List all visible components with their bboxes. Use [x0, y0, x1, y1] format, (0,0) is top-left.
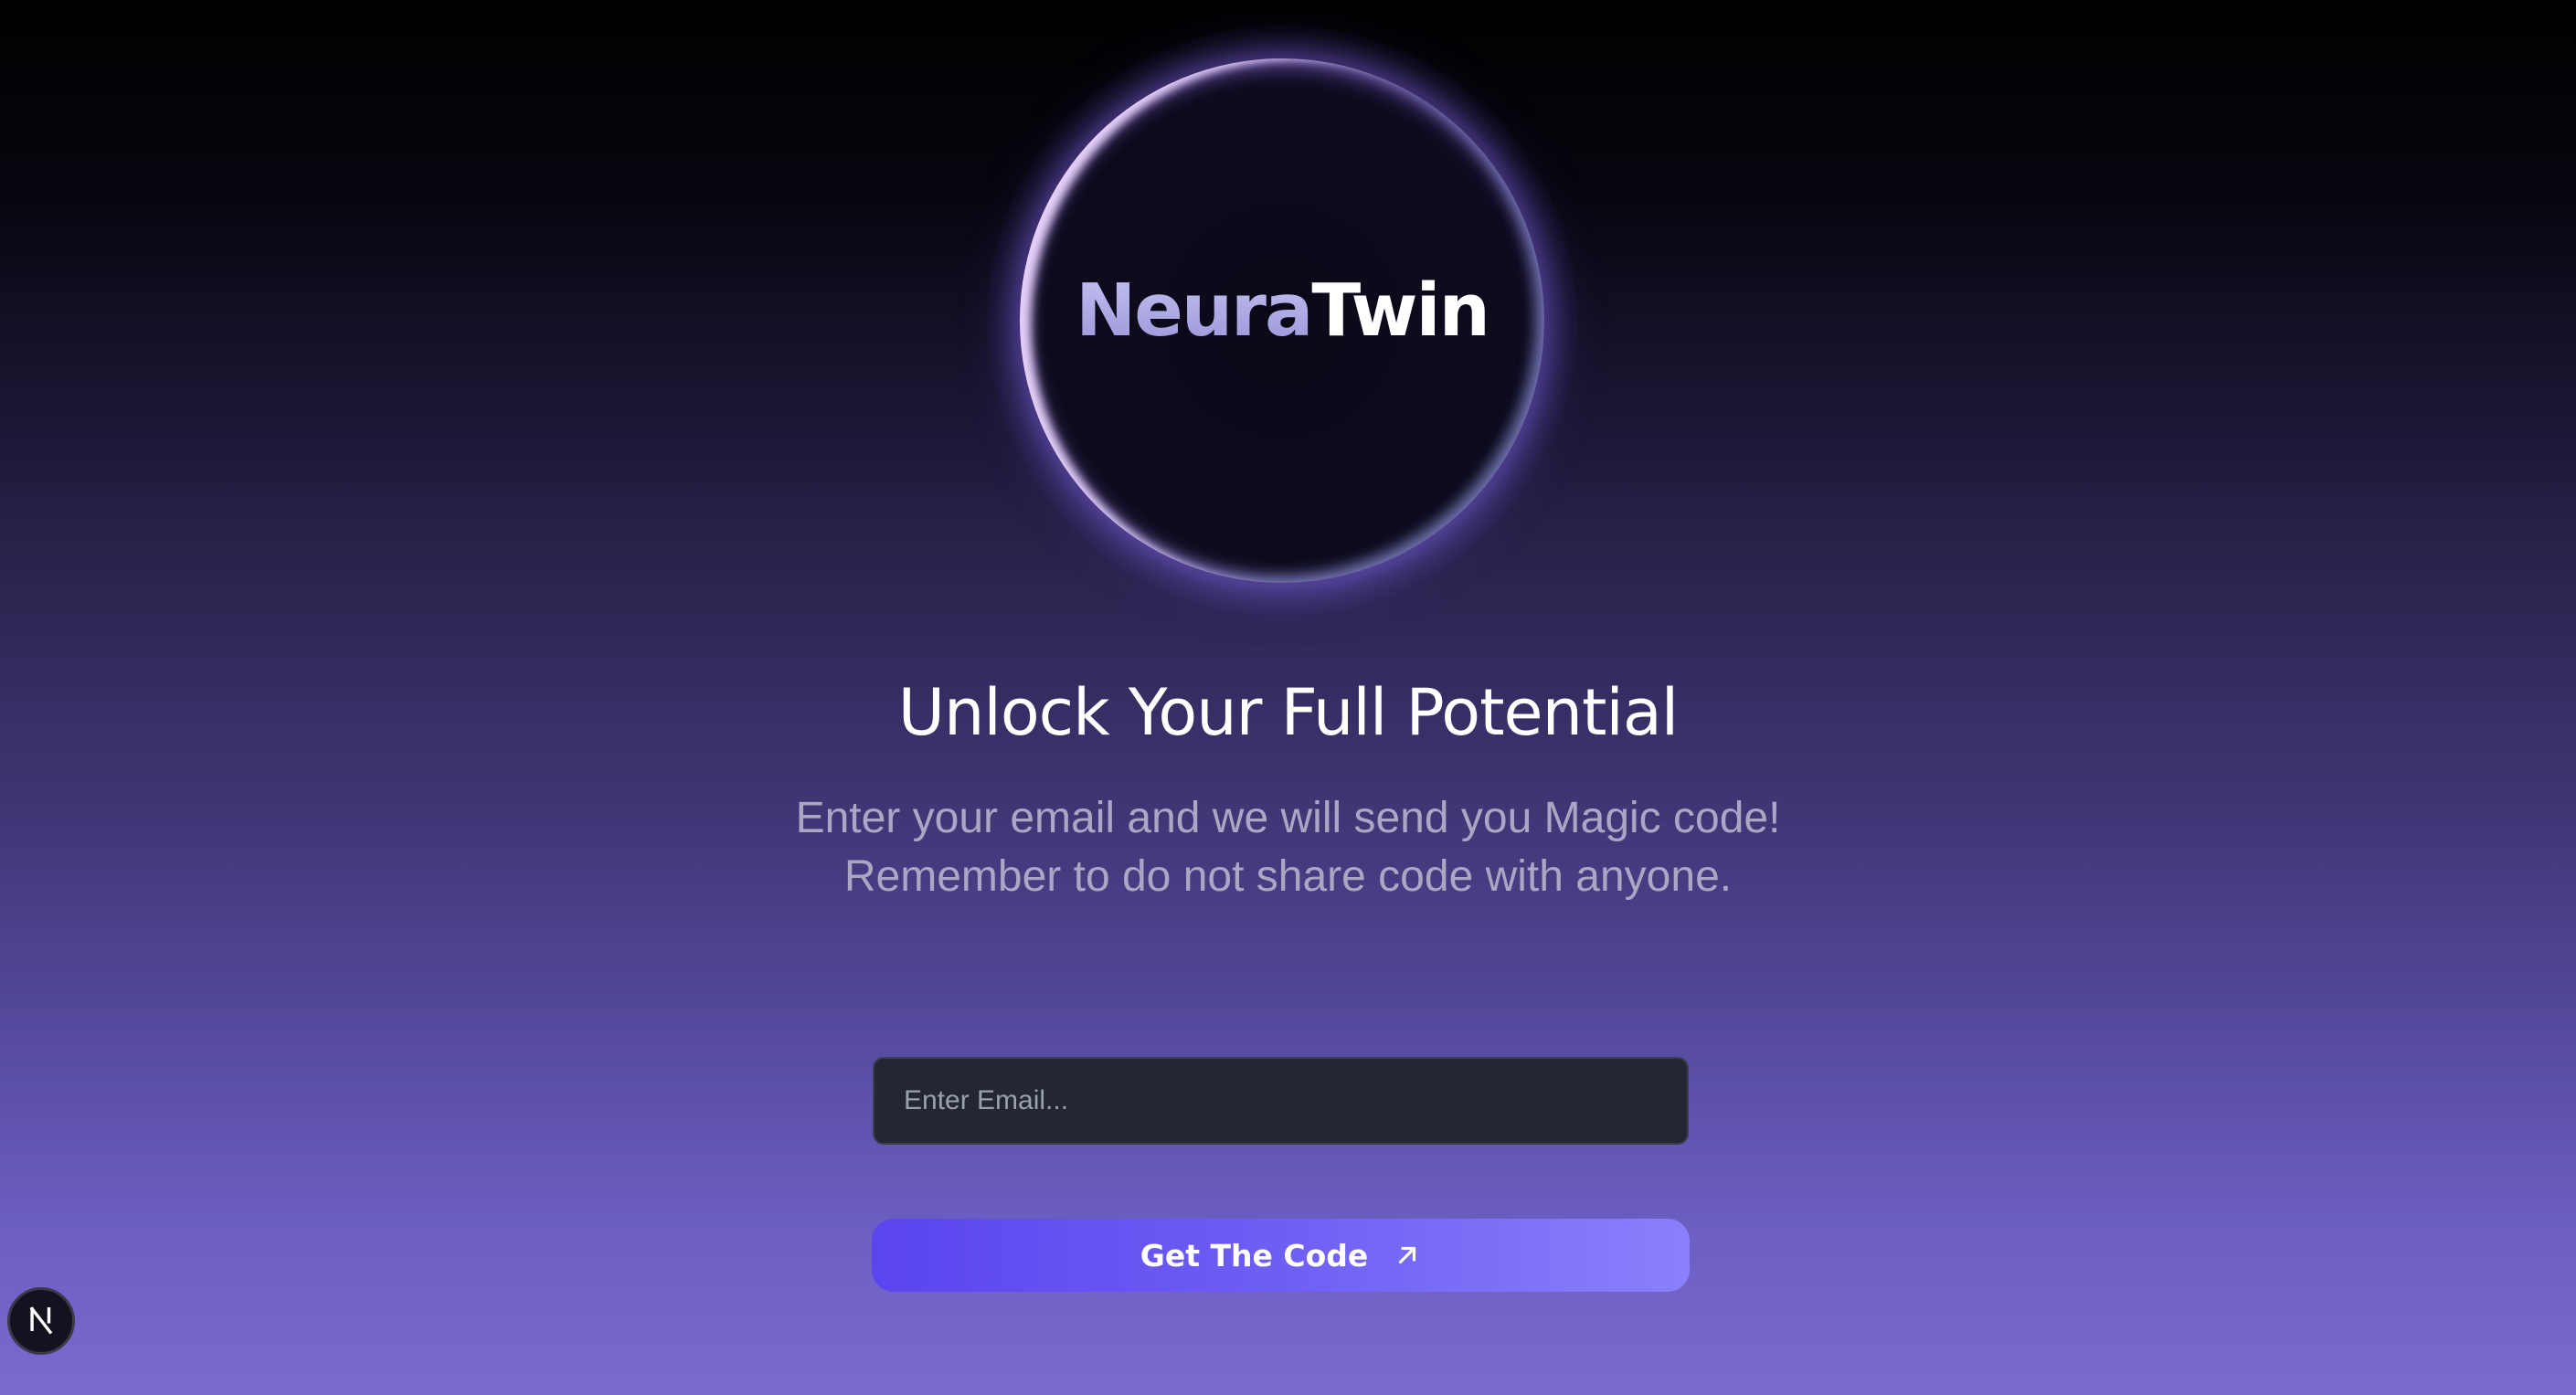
arrow-up-right-icon — [1394, 1242, 1421, 1269]
n-logo-badge[interactable] — [7, 1287, 75, 1355]
get-code-button-label: Get The Code — [1140, 1237, 1369, 1273]
page-subtitle: Enter your email and we will send you Ma… — [0, 789, 2576, 906]
brand-name-twin: Twin — [1311, 269, 1490, 353]
n-logo-icon — [26, 1304, 57, 1338]
subtitle-line-2: Remember to do not share code with anyon… — [843, 852, 1733, 901]
page-title: Unlock Your Full Potential — [897, 675, 1679, 750]
subtitle-line-1: Enter your email and we will send you Ma… — [795, 794, 1781, 842]
get-code-button[interactable]: Get The Code — [872, 1219, 1690, 1292]
brand-name-neura: Neura — [1076, 269, 1313, 353]
brand-logo-text: NeuraTwin — [1020, 275, 1544, 347]
logo-ring: NeuraTwin — [987, 26, 1577, 616]
email-input[interactable] — [873, 1057, 1689, 1145]
